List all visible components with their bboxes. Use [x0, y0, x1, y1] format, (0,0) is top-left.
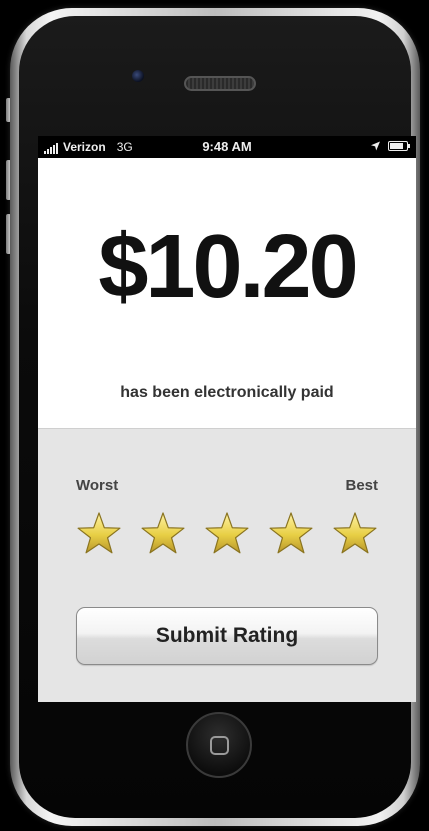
battery-icon — [388, 141, 410, 151]
best-label: Best — [345, 477, 378, 494]
status-time: 9:48 AM — [202, 139, 252, 154]
earpiece-speaker — [184, 76, 256, 91]
worst-label: Worst — [76, 477, 119, 494]
payment-amount: $10.20 — [98, 217, 358, 317]
star-rating[interactable] — [76, 511, 378, 561]
home-button[interactable] — [186, 712, 252, 778]
rating-panel: Worst Best Submit Rating — [38, 428, 416, 702]
star-icon[interactable] — [268, 511, 314, 557]
payment-message: has been electronically paid — [120, 384, 334, 401]
submit-rating-button[interactable]: Submit Rating — [76, 607, 378, 665]
status-right — [371, 141, 410, 151]
star-icon[interactable] — [76, 511, 122, 557]
app-screen: Verizon 3G 9:48 AM $10.20 has been elect… — [38, 136, 416, 702]
star-icon[interactable] — [140, 511, 186, 557]
app-stage: Verizon 3G 9:48 AM $10.20 has been elect… — [0, 0, 429, 831]
star-icon[interactable] — [204, 511, 250, 557]
front-camera — [132, 70, 144, 82]
home-square-icon — [210, 736, 229, 755]
star-icon[interactable] — [332, 511, 378, 557]
location-arrow-icon — [371, 141, 380, 151]
status-bar: Verizon 3G 9:48 AM — [38, 136, 416, 158]
